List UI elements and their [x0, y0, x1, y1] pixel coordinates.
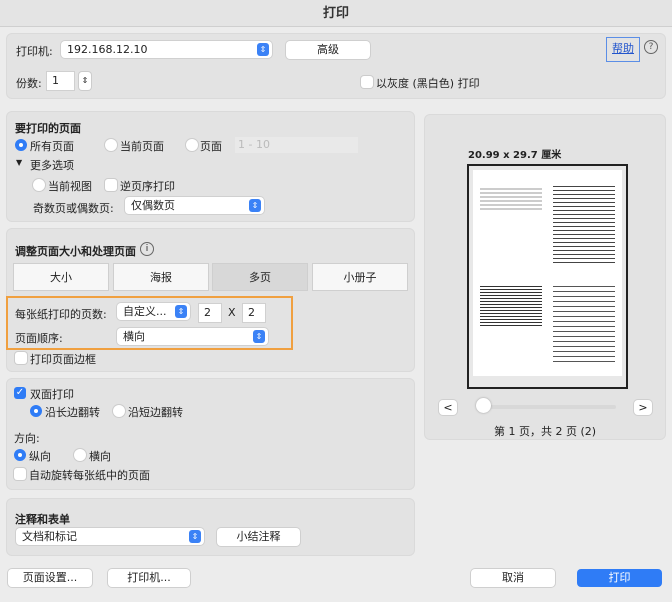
prev-page-button[interactable]: <	[439, 400, 457, 415]
copies-label: 份数:	[16, 77, 42, 90]
page-range-label: 页面	[200, 140, 222, 153]
page-order-select[interactable]: 横向 ⇕	[117, 328, 268, 345]
comments-panel	[6, 498, 415, 556]
pages-heading: 要打印的页面	[15, 122, 81, 135]
preview-thumb-2	[553, 186, 615, 266]
grayscale-checkbox[interactable]	[361, 76, 373, 88]
all-pages-label: 所有页面	[30, 140, 74, 153]
odd-even-select[interactable]: 仅偶数页 ⇕	[125, 197, 264, 214]
short-edge-radio[interactable]	[113, 405, 125, 417]
page-info: 第 1 页，共 2 页 (2)	[493, 425, 597, 438]
page-range-radio[interactable]	[186, 139, 198, 151]
next-page-button[interactable]: >	[634, 400, 652, 415]
printer-select[interactable]: 192.168.12.10 ⇕	[61, 41, 272, 58]
portrait-label: 纵向	[29, 450, 51, 463]
print-button[interactable]: 打印	[577, 569, 662, 587]
preview-thumb-1	[480, 188, 542, 210]
summarize-comments-button[interactable]: 小结注释	[217, 528, 300, 546]
orientation-label: 方向:	[14, 432, 40, 445]
preview-sheet	[473, 170, 622, 376]
tab-size[interactable]: 大小	[13, 263, 109, 291]
preview-thumb-4	[553, 286, 615, 366]
columns-input[interactable]: 2	[199, 304, 221, 322]
preview-thumb-3	[480, 286, 542, 326]
landscape-radio[interactable]	[74, 449, 86, 461]
times-label: X	[228, 306, 236, 319]
tab-booklet[interactable]: 小册子	[312, 263, 408, 291]
odd-even-value: 仅偶数页	[131, 199, 175, 212]
page-order-value: 横向	[123, 330, 145, 343]
printer-label: 打印机:	[16, 45, 53, 58]
reverse-order-checkbox[interactable]	[105, 179, 117, 191]
print-border-checkbox[interactable]	[15, 352, 27, 364]
duplex-checkbox[interactable]: ✓	[14, 387, 26, 399]
portrait-radio[interactable]	[14, 449, 26, 461]
paper-size-label: 20.99 x 29.7 厘米	[468, 150, 562, 161]
page-range-input[interactable]: 1 - 10	[235, 137, 358, 153]
comments-select[interactable]: 文档和标记 ⇕	[16, 528, 204, 545]
sizing-heading: 调整页面大小和处理页面	[15, 245, 136, 258]
pages-per-sheet-label: 每张纸打印的页数:	[15, 308, 107, 321]
current-view-radio[interactable]	[33, 179, 45, 191]
page-slider[interactable]	[480, 405, 616, 409]
tab-poster[interactable]: 海报	[113, 263, 209, 291]
long-edge-label: 沿长边翻转	[45, 406, 100, 419]
more-options-label[interactable]: 更多选项	[30, 157, 74, 173]
chevron-updown-icon: ⇕	[257, 43, 269, 56]
grayscale-label: 以灰度 (黑白色) 打印	[376, 77, 480, 90]
current-page-radio[interactable]	[105, 139, 117, 151]
chevron-updown-icon: ⇕	[189, 530, 201, 543]
print-border-label: 打印页面边框	[30, 353, 96, 366]
page-slider-thumb[interactable]	[476, 398, 491, 413]
page-setup-button[interactable]: 页面设置...	[8, 569, 92, 587]
rows-input[interactable]: 2	[243, 304, 265, 322]
long-edge-radio[interactable]	[30, 405, 42, 417]
pages-per-sheet-select[interactable]: 自定义... ⇕	[117, 303, 190, 320]
tab-multiple[interactable]: 多页	[212, 263, 308, 291]
odd-even-label: 奇数页或偶数页:	[33, 202, 114, 215]
copies-input[interactable]: 1	[47, 72, 74, 90]
printer-button[interactable]: 打印机...	[108, 569, 190, 587]
autorotate-label: 自动旋转每张纸中的页面	[29, 469, 150, 482]
page-preview	[467, 164, 628, 389]
landscape-label: 横向	[89, 450, 111, 463]
current-page-label: 当前页面	[120, 140, 164, 153]
autorotate-checkbox[interactable]	[14, 468, 26, 480]
question-circle-icon[interactable]: ?	[644, 40, 658, 54]
reverse-order-label: 逆页序打印	[120, 180, 175, 193]
all-pages-radio[interactable]	[15, 139, 27, 151]
help-link[interactable]: 帮助	[612, 42, 634, 55]
short-edge-label: 沿短边翻转	[128, 406, 183, 419]
copies-stepper[interactable]: ⇕	[79, 72, 91, 90]
window-title: 打印	[0, 0, 672, 27]
pages-per-sheet-value: 自定义...	[123, 305, 167, 318]
info-icon[interactable]: i	[140, 242, 154, 256]
printer-value: 192.168.12.10	[67, 43, 148, 56]
comments-value: 文档和标记	[22, 530, 77, 543]
chevron-updown-icon: ⇕	[249, 199, 261, 212]
comments-heading: 注释和表单	[15, 513, 70, 526]
cancel-button[interactable]: 取消	[471, 569, 555, 587]
chevron-updown-icon: ⇕	[253, 330, 265, 343]
advanced-button[interactable]: 高级	[286, 41, 370, 59]
duplex-label: 双面打印	[30, 388, 74, 401]
page-order-label: 页面顺序:	[15, 332, 63, 345]
help-button[interactable]: 帮助	[606, 37, 640, 62]
chevron-updown-icon: ⇕	[175, 305, 187, 318]
triangle-down-icon[interactable]: ▼	[16, 158, 22, 167]
current-view-label: 当前视图	[48, 180, 92, 193]
